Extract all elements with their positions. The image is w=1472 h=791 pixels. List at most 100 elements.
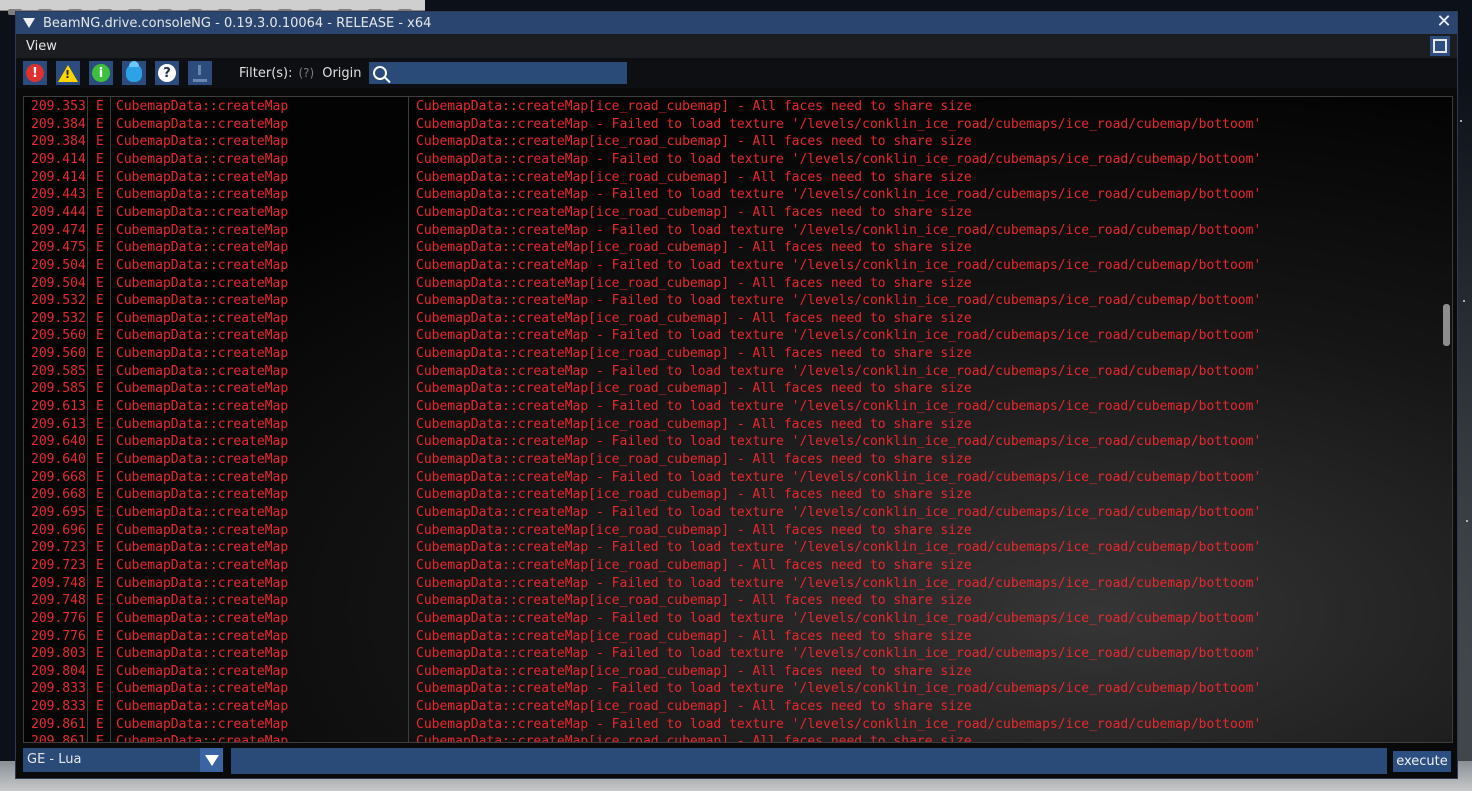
download-icon <box>193 64 207 82</box>
log-message: CubemapData::createMap[ice_road_cubemap]… <box>416 99 972 114</box>
log-level: E <box>96 187 104 203</box>
log-level: E <box>96 575 104 591</box>
context-select[interactable]: GE - Lua <box>23 748 223 772</box>
log-message: CubemapData::createMap - Failed to load … <box>416 328 1262 344</box>
log-time: 209.640 <box>31 452 86 467</box>
download-log-button[interactable] <box>188 61 212 85</box>
log-time: 209.444 <box>31 204 86 220</box>
log-level: E <box>96 134 104 150</box>
log-time: 209.504 <box>31 257 86 273</box>
log-message: CubemapData::createMap[ice_road_cubemap]… <box>416 452 972 467</box>
log-level: E <box>96 681 104 697</box>
log-level: E <box>96 151 104 167</box>
background-star <box>1460 120 1462 122</box>
log-origin: CubemapData::createMap <box>116 663 289 679</box>
log-message: CubemapData::createMap - Failed to load … <box>416 610 1262 626</box>
window-titlebar: BeamNG.drive.consoleNG - 0.19.3.0.10064 … <box>16 12 1457 34</box>
log-message: CubemapData::createMap[ice_road_cubemap]… <box>416 416 972 432</box>
column-separator <box>408 97 409 742</box>
command-input[interactable] <box>231 748 1387 774</box>
console-window: BeamNG.drive.consoleNG - 0.19.3.0.10064 … <box>15 11 1458 779</box>
log-origin: CubemapData::createMap <box>116 293 289 309</box>
log-time: 209.474 <box>31 222 86 238</box>
log-origin: CubemapData::createMap <box>116 275 289 291</box>
execute-button[interactable]: execute <box>1393 751 1451 772</box>
background-star <box>1466 520 1468 522</box>
log-time: 209.475 <box>31 240 86 256</box>
log-time: 209.696 <box>31 522 86 538</box>
log-message: CubemapData::createMap - Failed to load … <box>416 187 1262 203</box>
log-message: CubemapData::createMap - Failed to load … <box>416 646 1262 662</box>
log-origin: CubemapData::createMap <box>116 310 289 326</box>
log-time: 209.723 <box>31 557 86 573</box>
log-level: E <box>96 663 104 679</box>
log-time: 209.443 <box>31 187 86 203</box>
log-message: CubemapData::createMap[ice_road_cubemap]… <box>416 699 972 715</box>
info-filter-button[interactable]: i <box>89 61 113 85</box>
collapse-triangle-icon[interactable] <box>23 18 35 28</box>
log-level: E <box>96 610 104 626</box>
origin-label: Origin <box>322 65 362 81</box>
log-time: 209.560 <box>31 328 86 344</box>
log-level: E <box>96 116 104 132</box>
log-time: 209.776 <box>31 610 86 626</box>
log-level: E <box>96 169 104 185</box>
log-message: CubemapData::createMap - Failed to load … <box>416 716 1262 732</box>
log-message: CubemapData::createMap[ice_road_cubemap]… <box>416 628 972 644</box>
log-level: E <box>96 293 104 309</box>
log-level: E <box>96 240 104 256</box>
log-level: E <box>96 487 104 503</box>
log-origin: CubemapData::createMap <box>116 169 289 185</box>
log-time: 209.384 <box>31 134 86 150</box>
log-level: E <box>96 416 104 432</box>
log-time: 209.804 <box>31 663 86 679</box>
log-time: 209.384 <box>31 116 86 132</box>
log-origin: CubemapData::createMap <box>116 416 289 432</box>
log-level: E <box>96 452 104 467</box>
error-filter-button[interactable]: ! <box>23 61 47 85</box>
log-origin: CubemapData::createMap <box>116 257 289 273</box>
background-star <box>1463 300 1465 302</box>
window-title: BeamNG.drive.consoleNG - 0.19.3.0.10064 … <box>43 15 432 31</box>
log-message: CubemapData::createMap[ice_road_cubemap]… <box>416 663 972 679</box>
chevron-down-icon[interactable] <box>200 748 223 772</box>
log-origin: CubemapData::createMap <box>116 151 289 167</box>
log-time: 209.861 <box>31 734 86 743</box>
log-level: E <box>96 734 104 743</box>
log-message: CubemapData::createMap[ice_road_cubemap]… <box>416 522 972 538</box>
filter-search-input[interactable] <box>368 62 627 84</box>
log-origin: CubemapData::createMap <box>116 681 289 697</box>
log-origin: CubemapData::createMap <box>116 240 289 256</box>
log-scrollbar[interactable] <box>1443 304 1450 346</box>
log-message: CubemapData::createMap - Failed to load … <box>416 363 1262 379</box>
log-time: 209.613 <box>31 416 86 432</box>
help-button[interactable]: ? <box>155 61 179 85</box>
log-origin: CubemapData::createMap <box>116 716 289 732</box>
filters-help-hint[interactable]: (?) <box>299 66 315 80</box>
close-button[interactable]: ✕ <box>1435 13 1453 31</box>
debug-filter-button[interactable] <box>122 61 146 85</box>
log-origin: CubemapData::createMap <box>116 628 289 644</box>
log-message: CubemapData::createMap - Failed to load … <box>416 293 1262 309</box>
log-time: 209.414 <box>31 151 86 167</box>
log-message: CubemapData::createMap - Failed to load … <box>416 434 1262 450</box>
fullscreen-button[interactable] <box>1430 36 1450 56</box>
log-origin: CubemapData::createMap <box>116 328 289 344</box>
log-level: E <box>96 628 104 644</box>
log-time: 209.613 <box>31 399 86 415</box>
log-level: E <box>96 399 104 415</box>
log-message: CubemapData::createMap[ice_road_cubemap]… <box>416 134 972 150</box>
log-panel[interactable]: 209.353 E CubemapData::createMap CubemapDat… <box>23 96 1453 743</box>
log-time: 209.504 <box>31 275 86 291</box>
column-separator <box>110 97 111 742</box>
log-origin: CubemapData::createMap <box>116 487 289 503</box>
fullscreen-icon <box>1433 39 1440 46</box>
log-message: CubemapData::createMap[ice_road_cubemap]… <box>416 734 972 743</box>
log-origin: CubemapData::createMap <box>116 557 289 573</box>
log-message: CubemapData::createMap[ice_road_cubemap]… <box>416 557 972 573</box>
log-time: 209.585 <box>31 363 86 379</box>
log-time: 209.803 <box>31 646 86 662</box>
menu-view[interactable]: View <box>16 39 67 54</box>
log-origin: CubemapData::createMap <box>116 646 289 662</box>
warning-filter-button[interactable]: ! <box>56 61 80 85</box>
